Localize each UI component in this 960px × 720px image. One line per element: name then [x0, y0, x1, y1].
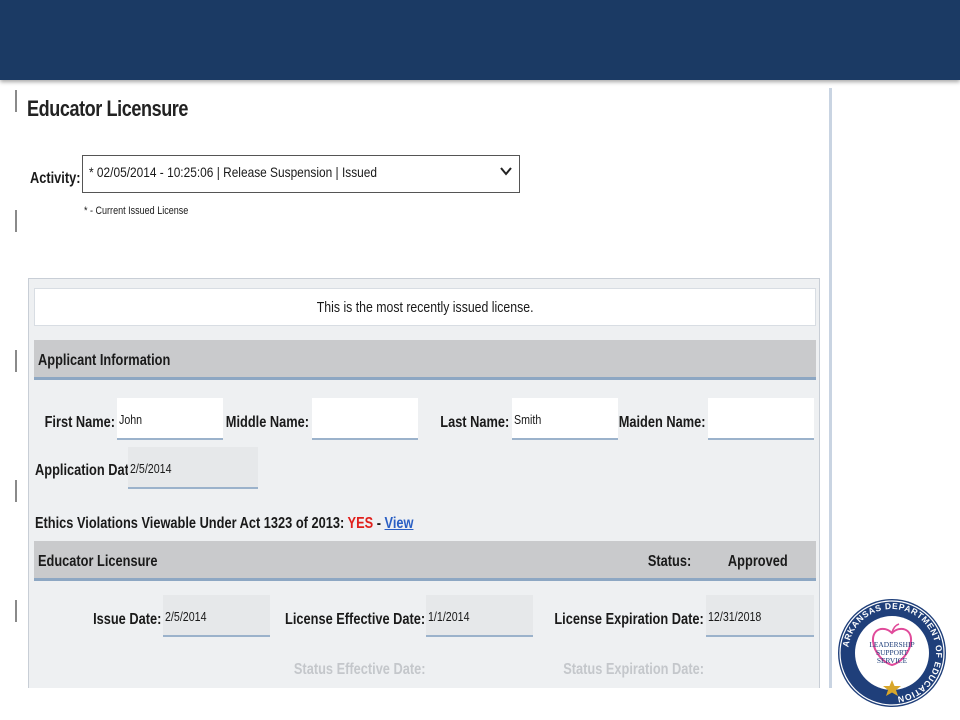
- license-panel: This is the most recently issued license…: [28, 278, 820, 688]
- ethics-violations-line: Ethics Violations Viewable Under Act 132…: [35, 515, 413, 533]
- ethics-separator: -: [373, 515, 385, 532]
- licensure-section-header: Educator Licensure Status: Approved: [34, 541, 816, 581]
- ethics-label: Ethics Violations Viewable Under Act 132…: [35, 515, 345, 532]
- application-date-field: 2/5/2014: [128, 447, 258, 489]
- first-name-label: First Name:: [44, 414, 115, 431]
- status-effective-date-label: Status Effective Date:: [293, 661, 425, 678]
- last-name-field[interactable]: Smith: [512, 398, 618, 440]
- first-name-field[interactable]: John: [117, 398, 223, 440]
- status-expiration-date-label: Status Expiration Date:: [563, 661, 704, 678]
- issue-date-label: Issue Date:: [92, 611, 161, 628]
- maiden-name-field[interactable]: [708, 398, 814, 440]
- issue-date-field: 2/5/2014: [163, 595, 270, 637]
- license-expiration-date-label: License Expiration Date:: [554, 611, 704, 628]
- activity-label: Activity:: [30, 170, 81, 187]
- application-date-label: Application Date:: [35, 462, 141, 479]
- recent-license-notice: This is the most recently issued license…: [34, 288, 816, 326]
- licensure-screenshot: Educator Licensure Activity: * 02/05/201…: [18, 88, 832, 688]
- top-banner: [0, 0, 960, 80]
- license-effective-date-label: License Effective Date:: [284, 611, 425, 628]
- activity-selected-value: * 02/05/2014 - 10:25:06 | Release Suspen…: [89, 164, 378, 180]
- activity-select[interactable]: * 02/05/2014 - 10:25:06 | Release Suspen…: [82, 155, 520, 193]
- middle-name-field[interactable]: [312, 398, 418, 440]
- chevron-down-icon: [499, 164, 513, 182]
- status-label: Status:: [647, 553, 691, 570]
- last-name-label: Last Name:: [440, 414, 509, 431]
- svg-text:SERVICE: SERVICE: [877, 656, 908, 665]
- middle-name-label: Middle Name:: [225, 414, 309, 431]
- status-value: Approved: [728, 553, 788, 570]
- applicant-section-header: Applicant Information: [34, 340, 816, 380]
- current-license-note: * - Current Issued License: [84, 205, 189, 217]
- ethics-value: YES: [347, 515, 374, 532]
- license-expiration-date-field: 12/31/2018: [706, 595, 814, 637]
- ade-leadership-seal-logo: ARKANSAS DEPARTMENT OF EDUCATION LEADERS…: [836, 597, 948, 709]
- licensure-status: Status: Approved: [637, 553, 788, 571]
- maiden-name-label: Maiden Name:: [618, 414, 705, 431]
- license-effective-date-field: 1/1/2014: [426, 595, 533, 637]
- ethics-view-link[interactable]: View: [385, 515, 414, 532]
- page-title: Educator Licensure: [27, 96, 189, 121]
